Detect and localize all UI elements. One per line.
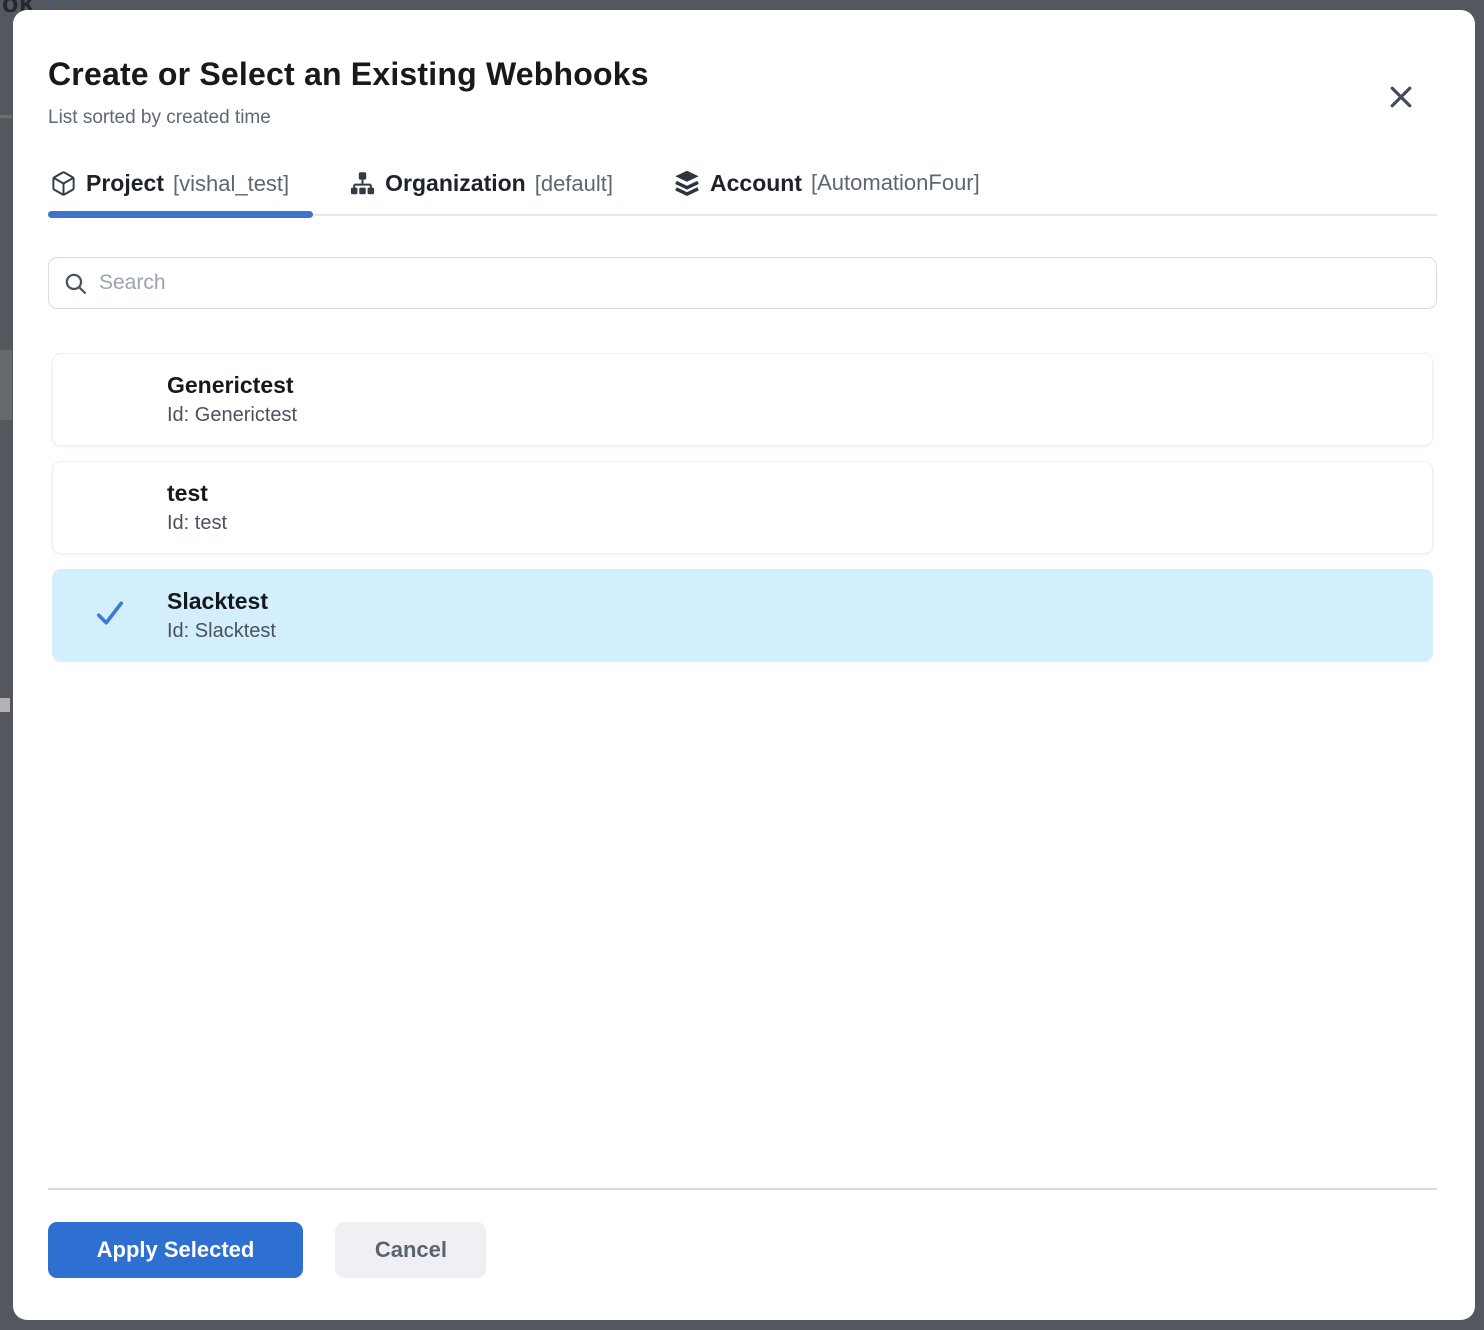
dialog-subtitle: List sorted by created time (48, 107, 1437, 129)
background-artifact (0, 350, 12, 420)
sitemap-icon (349, 170, 376, 197)
item-text: Generictest Id: Generictest (167, 372, 297, 427)
tab-label: Project (86, 170, 164, 197)
item-name: test (167, 480, 227, 507)
tab-account[interactable]: Account [AutomationFour] (671, 163, 982, 214)
apply-selected-button[interactable]: Apply Selected (48, 1222, 303, 1278)
dialog-title: Create or Select an Existing Webhooks (48, 56, 1437, 93)
list-item-slacktest[interactable]: Slacktest Id: Slacktest (52, 569, 1433, 662)
item-name: Slacktest (167, 588, 276, 615)
tab-label: Account (710, 170, 802, 197)
tab-scope: [AutomationFour] (811, 170, 980, 196)
list-item-test[interactable]: test Id: test (52, 461, 1433, 554)
item-text: test Id: test (167, 480, 227, 535)
cancel-button[interactable]: Cancel (335, 1222, 486, 1278)
webhook-list: Generictest Id: Generictest test Id: tes… (48, 353, 1437, 677)
checkmark-icon (92, 595, 128, 636)
footer-divider (48, 1188, 1437, 1190)
tab-scope: [vishal_test] (173, 171, 289, 197)
close-icon (1386, 82, 1416, 115)
item-name: Generictest (167, 372, 297, 399)
close-button[interactable] (1383, 80, 1419, 116)
tab-organization[interactable]: Organization [default] (347, 164, 615, 214)
item-id: Id: test (167, 512, 227, 535)
webhooks-dialog: Create or Select an Existing Webhooks Li… (13, 10, 1475, 1320)
search-input[interactable] (99, 271, 1422, 295)
tab-scope: [default] (535, 171, 613, 197)
search-box (48, 257, 1437, 309)
check-cell (53, 595, 167, 636)
item-id: Id: Generictest (167, 404, 297, 427)
item-text: Slacktest Id: Slacktest (167, 588, 276, 643)
cube-icon (50, 170, 77, 197)
layers-icon (673, 169, 701, 197)
list-item-generictest[interactable]: Generictest Id: Generictest (52, 353, 1433, 446)
search-icon (63, 271, 88, 296)
dialog-footer: Apply Selected Cancel (48, 1188, 1437, 1278)
tab-label: Organization (385, 170, 526, 197)
background-artifact (0, 115, 12, 118)
item-id: Id: Slacktest (167, 620, 276, 643)
background-artifact (0, 698, 10, 712)
tab-bar: Project [vishal_test] Organization [defa… (48, 163, 1437, 216)
tab-project[interactable]: Project [vishal_test] (48, 164, 291, 214)
